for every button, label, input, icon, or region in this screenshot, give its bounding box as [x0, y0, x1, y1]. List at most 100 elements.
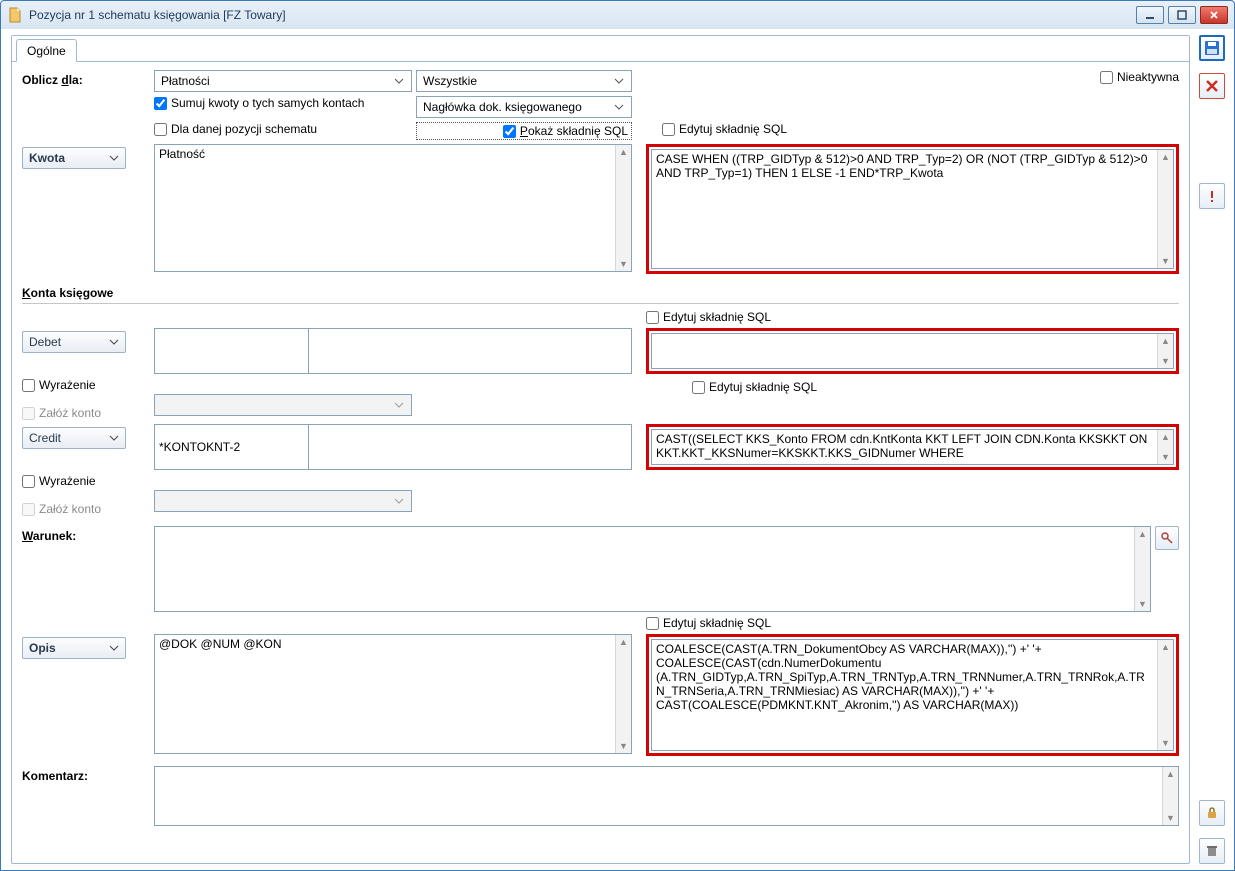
row-warunek: Warunek: ▲▼	[22, 526, 1179, 612]
wand-icon	[1160, 531, 1174, 545]
close-button[interactable]	[1200, 6, 1228, 24]
chk-edytuj-sql-credit[interactable]: Edytuj składnię SQL	[692, 380, 817, 394]
scrollbar[interactable]: ▲▼	[615, 635, 631, 753]
chevron-down-icon	[109, 433, 119, 443]
credit-dropdown[interactable]: Credit	[22, 427, 126, 449]
debet-input-1[interactable]	[154, 328, 309, 374]
komentarz-label: Komentarz:	[22, 766, 154, 826]
warunek-text[interactable]	[155, 527, 1134, 611]
maximize-button[interactable]	[1168, 6, 1196, 24]
warunek-label: Warunek:	[22, 526, 154, 612]
combo-debet-disabled	[154, 394, 412, 416]
opis-dropdown[interactable]: Opis	[22, 637, 126, 659]
oblicz-label: Oblicz dla:	[22, 70, 154, 87]
chk-nieaktywna[interactable]: Nieaktywna	[1100, 70, 1179, 84]
window-buttons	[1136, 6, 1228, 24]
chevron-down-icon	[391, 493, 407, 509]
combo-naglowka-value: Nagłówka dok. księgowanego	[423, 100, 582, 114]
x-icon	[1205, 79, 1219, 93]
chevron-down-icon	[611, 99, 627, 115]
credit-input-2[interactable]	[309, 424, 632, 470]
lock-icon	[1205, 806, 1219, 820]
minimize-button[interactable]	[1136, 6, 1164, 24]
scrollbar[interactable]: ▲▼	[1134, 527, 1150, 611]
scrollbar[interactable]: ▲▼	[1157, 334, 1173, 368]
scrollbar[interactable]: ▲▼	[615, 145, 631, 271]
credit-input-1[interactable]	[154, 424, 309, 470]
row-opis: Opis ▲▼	[22, 634, 1179, 756]
debet-sql-highlight: ▲▼	[646, 328, 1179, 374]
row-edytuj-opis: Edytuj składnię SQL	[22, 616, 1179, 630]
combo-credit-disabled	[154, 490, 412, 512]
chk-edytuj-sql-opis[interactable]: Edytuj składnię SQL	[646, 616, 771, 630]
row-oblicz-3: Dla danej pozycji schematu Pokaż składni…	[22, 122, 1179, 140]
debet-sql[interactable]	[652, 334, 1157, 368]
minimize-icon	[1145, 10, 1155, 20]
kwota-text[interactable]	[155, 145, 615, 271]
row-edytuj-debet: Edytuj składnię SQL	[22, 310, 1179, 324]
opis-text[interactable]	[155, 635, 615, 753]
chk-edytuj-sql-debet[interactable]: Edytuj składnię SQL	[646, 310, 771, 324]
titlebar: Pozycja nr 1 schematu księgowania [FZ To…	[1, 1, 1234, 29]
chevron-down-icon	[391, 397, 407, 413]
scrollbar[interactable]: ▲▼	[1162, 767, 1178, 825]
chevron-down-icon	[109, 337, 119, 347]
scrollbar[interactable]: ▲▼	[1157, 150, 1173, 268]
document-icon	[7, 7, 23, 23]
chk-wyrazenie-credit[interactable]: Wyrażenie	[22, 474, 154, 488]
tab-content: Oblicz dla: Płatności Wszystkie	[12, 62, 1189, 838]
debet-dropdown[interactable]: Debet	[22, 331, 126, 353]
trash-icon	[1205, 844, 1219, 858]
row-komentarz: Komentarz: ▲▼	[22, 766, 1179, 826]
main-panel: Ogólne Oblicz dla: Płatności W	[11, 35, 1190, 864]
row-debet: Debet ▲▼	[22, 328, 1179, 374]
chk-pokaz-sql[interactable]: Pokaż składnię SQL	[416, 122, 632, 140]
row-debet-opts: Wyrażenie Załóż konto Edytuj składnię SQ…	[22, 378, 1179, 420]
kwota-dropdown[interactable]: Kwota	[22, 147, 126, 169]
chk-dla-pozycji[interactable]: Dla danej pozycji schematu	[154, 122, 412, 136]
lock-button[interactable]	[1199, 800, 1225, 826]
side-toolbar	[1190, 35, 1228, 864]
row-credit: Credit ▲▼	[22, 424, 1179, 470]
floppy-icon	[1204, 40, 1220, 56]
credit-sql[interactable]	[652, 430, 1157, 464]
close-icon	[1209, 10, 1219, 20]
chevron-down-icon	[391, 73, 407, 89]
debet-input-2[interactable]	[309, 328, 632, 374]
chk-zaloz-konto-debet: Załóż konto	[22, 406, 154, 420]
alert-button[interactable]	[1199, 183, 1225, 209]
combo-naglowka[interactable]: Nagłówka dok. księgowanego	[416, 96, 632, 118]
combo-wszystkie-value: Wszystkie	[423, 74, 477, 88]
body: Ogólne Oblicz dla: Płatności W	[1, 29, 1234, 870]
chk-sumuj[interactable]: Sumuj kwoty o tych samych kontach	[154, 96, 412, 110]
window-title: Pozycja nr 1 schematu księgowania [FZ To…	[29, 8, 1136, 22]
row-credit-opts: Wyrażenie Załóż konto	[22, 474, 1179, 516]
credit-sql-highlight: ▲▼	[646, 424, 1179, 470]
warunek-action-button[interactable]	[1155, 526, 1179, 550]
chk-edytuj-sql-kwota[interactable]: Edytuj składnię SQL	[662, 122, 787, 136]
combo-platnosci-value: Płatności	[161, 74, 210, 88]
scrollbar[interactable]: ▲▼	[1157, 640, 1173, 750]
app-window: Pozycja nr 1 schematu księgowania [FZ To…	[0, 0, 1235, 871]
chevron-down-icon	[109, 643, 119, 653]
combo-wszystkie[interactable]: Wszystkie	[416, 70, 632, 92]
exclamation-icon	[1205, 189, 1219, 203]
komentarz-text[interactable]	[155, 767, 1162, 825]
tabstrip: Ogólne	[12, 36, 1189, 62]
row-oblicz: Oblicz dla: Płatności Wszystkie	[22, 70, 1179, 92]
delete-button[interactable]	[1199, 838, 1225, 864]
chk-wyrazenie-debet[interactable]: Wyrażenie	[22, 378, 154, 392]
row-kwota: Kwota ▲▼	[22, 144, 1179, 274]
maximize-icon	[1177, 10, 1187, 20]
kwota-text-wrap: ▲▼	[154, 144, 632, 272]
scrollbar[interactable]: ▲▼	[1157, 430, 1173, 464]
kwota-sql[interactable]	[652, 150, 1157, 268]
chk-zaloz-konto-credit: Załóż konto	[22, 502, 154, 516]
tab-general[interactable]: Ogólne	[16, 39, 77, 62]
save-button[interactable]	[1199, 35, 1225, 61]
chevron-down-icon	[109, 153, 119, 163]
opis-sql[interactable]	[652, 640, 1157, 750]
cancel-button[interactable]	[1199, 73, 1225, 99]
opis-sql-highlight: ▲▼	[646, 634, 1179, 756]
combo-platnosci[interactable]: Płatności	[154, 70, 412, 92]
